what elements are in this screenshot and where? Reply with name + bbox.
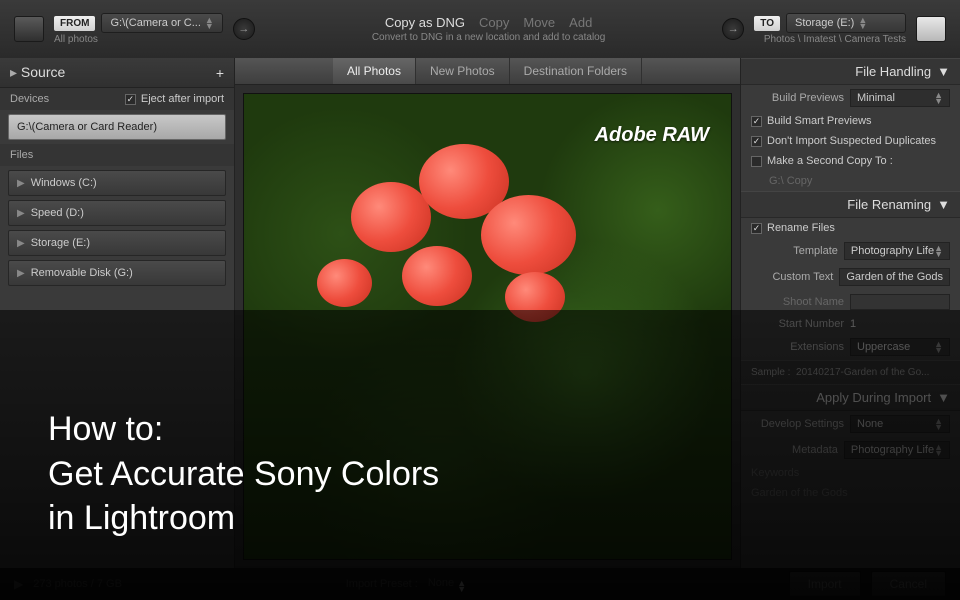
tab-new-photos[interactable]: New Photos	[416, 58, 510, 84]
from-tag: FROM	[54, 16, 95, 31]
updown-icon: ▲▼	[858, 17, 867, 29]
chevron-right-icon: ▶	[17, 178, 25, 189]
chevron-right-icon: ▶	[17, 238, 25, 249]
preview-tabs: All Photos New Photos Destination Folder…	[235, 58, 740, 85]
source-path-sub: All photos	[54, 34, 223, 45]
build-previews-select[interactable]: Minimal▲▼	[850, 89, 950, 107]
keywords-label: Keywords	[751, 467, 799, 479]
custom-text-label: Custom Text	[772, 271, 833, 283]
source-drive-icon	[14, 16, 44, 42]
extensions-select[interactable]: Uppercase▲▼	[850, 338, 950, 356]
mode-copy-dng[interactable]: Copy as DNG	[385, 15, 465, 30]
dest-path-sub: Photos \ Imatest \ Camera Tests	[764, 34, 906, 45]
template-select[interactable]: Photography Life▲▼	[844, 242, 950, 260]
add-source-icon[interactable]: +	[216, 65, 224, 81]
template-label: Template	[793, 245, 838, 257]
photo-flowers	[317, 131, 658, 387]
device-item[interactable]: G:\(Camera or Card Reader)	[8, 114, 226, 140]
file-renaming-header[interactable]: File Renaming▼	[741, 191, 960, 218]
devices-row: Devices ✓Eject after import	[0, 88, 234, 110]
chevron-right-icon: ▶	[17, 208, 25, 219]
updown-icon: ▲▼	[205, 17, 214, 29]
start-number-label: Start Number	[779, 318, 844, 330]
triangle-down-icon: ▼	[937, 197, 950, 212]
rename-files-checkbox[interactable]: ✓Rename Files	[751, 222, 835, 234]
second-copy-checkbox[interactable]: Make a Second Copy To :	[751, 155, 893, 167]
import-preset-label: Import Preset :	[346, 578, 418, 590]
source-path-text: G:\(Camera or C...	[110, 17, 200, 29]
mode-copy[interactable]: Copy	[479, 15, 509, 30]
drive-item-e[interactable]: ▶Storage (E:)	[8, 230, 226, 256]
source-panel: ▸ Source + Devices ✓Eject after import G…	[0, 58, 235, 568]
triangle-down-icon: ▼	[937, 64, 950, 79]
devices-label: Devices	[10, 93, 49, 105]
develop-settings-label: Develop Settings	[761, 418, 844, 430]
eject-checkbox[interactable]: ✓Eject after import	[125, 93, 224, 105]
top-bar: FROM G:\(Camera or C... ▲▼ All photos → …	[0, 0, 960, 58]
mode-move[interactable]: Move	[523, 15, 555, 30]
custom-text-input[interactable]: Garden of the Gods	[839, 268, 950, 286]
tab-destination-folders[interactable]: Destination Folders	[510, 58, 642, 84]
source-panel-header[interactable]: ▸ Source +	[0, 58, 234, 88]
import-mode-area: Copy as DNG Copy Move Add Convert to DNG…	[265, 15, 712, 43]
metadata-select[interactable]: Photography Life▲▼	[844, 441, 950, 459]
sample-row: Sample : 20140217-Garden of the Go...	[741, 360, 960, 384]
develop-settings-select[interactable]: None▲▼	[850, 415, 950, 433]
right-panel: File Handling▼ Build Previews Minimal▲▼ …	[740, 58, 960, 568]
start-number-value[interactable]: 1	[850, 318, 950, 330]
tab-all-photos[interactable]: All Photos	[333, 58, 416, 84]
build-previews-label: Build Previews	[772, 92, 844, 104]
mode-add[interactable]: Add	[569, 15, 592, 30]
keywords-value: Garden of the Gods	[751, 487, 848, 499]
triangle-right-icon: ▸	[10, 64, 17, 80]
second-copy-path: G:\ Copy	[769, 175, 812, 187]
chevron-right-icon[interactable]: ▶	[14, 577, 23, 591]
dest-path-select[interactable]: Storage (E:) ▲▼	[786, 13, 906, 33]
source-expand-arrow[interactable]: →	[233, 18, 255, 40]
file-handling-header[interactable]: File Handling▼	[741, 58, 960, 85]
photo-count: 273 photos / 7 GB	[33, 578, 335, 590]
dest-expand-arrow[interactable]: →	[722, 18, 744, 40]
to-tag: TO	[754, 16, 780, 31]
files-label: Files	[0, 144, 234, 166]
photo-preview[interactable]: Adobe RAW	[243, 93, 732, 560]
source-title: Source	[21, 64, 65, 80]
smart-previews-checkbox[interactable]: ✓Build Smart Previews	[751, 115, 872, 127]
dest-drive-icon	[916, 16, 946, 42]
metadata-label: Metadata	[792, 444, 838, 456]
triangle-down-icon: ▼	[937, 390, 950, 405]
center-panel: All Photos New Photos Destination Folder…	[235, 58, 740, 568]
drive-item-g[interactable]: ▶Removable Disk (G:)	[8, 260, 226, 286]
watermark-text: Adobe RAW	[595, 124, 709, 147]
shoot-name-label: Shoot Name	[783, 296, 844, 308]
dest-path-text: Storage (E:)	[795, 17, 854, 29]
chevron-right-icon: ▶	[17, 268, 25, 279]
import-button[interactable]: Import	[789, 571, 861, 597]
cancel-button[interactable]: Cancel	[871, 571, 946, 597]
source-path-select[interactable]: G:\(Camera or C... ▲▼	[101, 13, 222, 33]
main-area: ▸ Source + Devices ✓Eject after import G…	[0, 58, 960, 568]
bottom-bar: ▶ 273 photos / 7 GB Import Preset : None…	[0, 568, 960, 600]
import-preset-value[interactable]: None ▲▼	[428, 577, 466, 592]
apply-import-header[interactable]: Apply During Import▼	[741, 384, 960, 411]
no-dupes-checkbox[interactable]: ✓Don't Import Suspected Duplicates	[751, 135, 936, 147]
import-mode-subtitle: Convert to DNG in a new location and add…	[265, 32, 712, 43]
extensions-label: Extensions	[790, 341, 844, 353]
shoot-name-input	[850, 294, 950, 310]
drive-item-d[interactable]: ▶Speed (D:)	[8, 200, 226, 226]
drive-item-c[interactable]: ▶Windows (C:)	[8, 170, 226, 196]
